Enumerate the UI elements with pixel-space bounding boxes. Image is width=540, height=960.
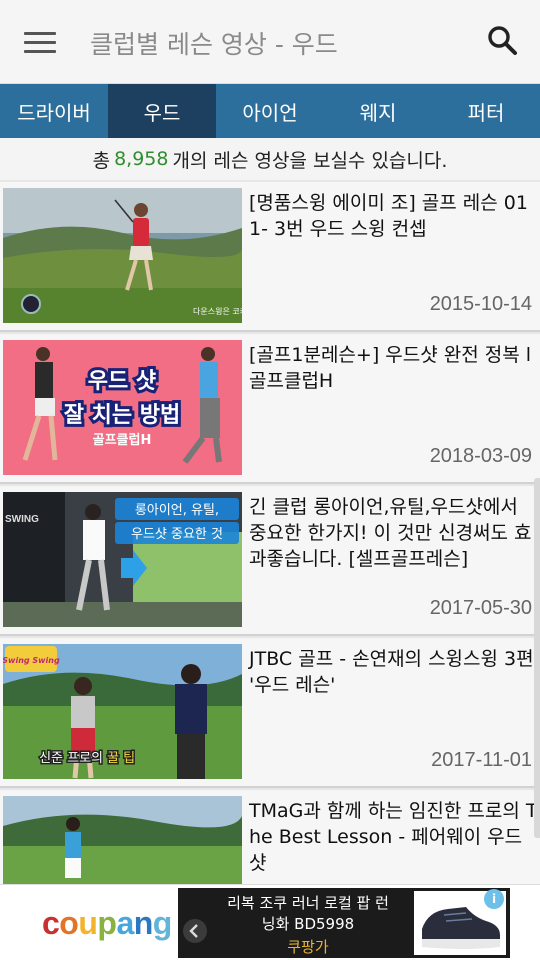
scrollbar[interactable] (534, 478, 540, 838)
video-date: 2017-05-30 (429, 597, 532, 619)
tab-wedge[interactable]: 웨지 (324, 84, 432, 138)
search-icon[interactable] (486, 24, 520, 58)
thumbnail-badge: Swing Swing (3, 656, 60, 665)
video-thumbnail: SWING 롱아이언, 유틸, 우드샷 중요한 것 (3, 492, 242, 627)
thumbnail-caption-highlight: 꿀 팁 (107, 751, 135, 766)
video-list: 다운스윙은 코캐 [명품스윙 에이미 조] 골프 레슨 011- 3번 우드 스… (0, 182, 540, 884)
video-date: 2015-10-14 (429, 293, 532, 315)
tab-iron[interactable]: 아이언 (216, 84, 324, 138)
page-title: 클럽별 레슨 영상 - 우드 (90, 30, 338, 59)
thumbnail-headline-2: 우드샷 중요한 것 (131, 527, 223, 542)
ad-product-name-2: 닝화 BD5998 (261, 915, 355, 933)
video-list-item[interactable]: TMaG과 함께 하는 임진한 프로의 The Best Lesson - 페어… (0, 790, 540, 884)
thumbnail-caption: 다운스윙은 코캐 (193, 306, 242, 316)
video-title: JTBC 골프 - 손연재의 스윙스윙 3편 '우드 레슨' (249, 648, 534, 696)
video-title: [골프1분레슨+] 우드샷 완전 정복 l 골프클럽H (249, 344, 532, 392)
video-date: 2017-11-01 (431, 749, 532, 771)
thumbnail-headline-1: 롱아이언, 유틸, (135, 503, 219, 518)
tab-driver[interactable]: 드라이버 (0, 84, 108, 138)
video-thumbnail: 다운스윙은 코캐 (3, 188, 242, 323)
ad-info-icon[interactable]: i (484, 889, 504, 909)
tab-wood[interactable]: 우드 (108, 84, 216, 138)
club-tabs: 드라이버 우드 아이언 웨지 퍼터 (0, 84, 540, 138)
thumbnail-headline-2: 잘 치는 방법 (64, 403, 181, 428)
thumbnail-swing-text: SWING (5, 514, 39, 525)
video-thumbnail: 우드 샷 잘 치는 방법 골프클럽H (3, 340, 242, 475)
video-list-item[interactable]: SWING 롱아이언, 유틸, 우드샷 중요한 것 긴 클럽 롱아이언,유틸,우… (0, 486, 540, 636)
count-suffix: 개의 레슨 영상을 보실수 있습니다. (172, 149, 448, 172)
ad-banner[interactable]: coupang 리복 조쿠 러너 로컬 팝 런 닝화 BD5998 쿠팡가 (0, 884, 540, 960)
video-list-item[interactable]: 다운스윙은 코캐 [명품스윙 에이미 조] 골프 레슨 011- 3번 우드 스… (0, 182, 540, 332)
thumbnail-caption: 신준 프로의 (39, 751, 103, 766)
hamburger-menu-icon[interactable] (24, 30, 58, 56)
thumbnail-headline-1: 우드 샷 (88, 369, 156, 394)
video-title: 긴 클럽 롱아이언,유틸,우드샷에서 중요한 한가지! 이 것만 신경써도 효과… (249, 496, 532, 570)
ad-prev-icon[interactable] (182, 918, 208, 948)
ad-product-name-1: 리복 조쿠 러너 로컬 팝 런 (227, 894, 389, 912)
video-date: 2018-03-09 (429, 445, 532, 467)
count-prefix: 총 (92, 149, 111, 172)
video-count: 8,958 (114, 148, 169, 170)
thumbnail-channel: 골프클럽H (93, 433, 152, 448)
app-bar: 클럽별 레슨 영상 - 우드 (0, 0, 540, 84)
video-count-banner: 총 8,958 개의 레슨 영상을 보실수 있습니다. (0, 138, 540, 180)
coupang-logo: coupang (42, 905, 172, 941)
ad-text: 리복 조쿠 러너 로컬 팝 런 닝화 BD5998 쿠팡가 (208, 893, 408, 958)
video-title: [명품스윙 에이미 조] 골프 레슨 011- 3번 우드 스윙 컨셉 (249, 192, 528, 240)
video-list-item[interactable]: 우드 샷 잘 치는 방법 골프클럽H [골프1분레슨+] 우드샷 완전 정복 l… (0, 334, 540, 484)
video-list-item[interactable]: Swing Swing 신준 프로의 꿀 팁 JTBC 골프 - 손연재의 스윙… (0, 638, 540, 788)
ad-brand: 쿠팡가 (287, 938, 329, 956)
video-title: TMaG과 함께 하는 임진한 프로의 The Best Lesson - 페어… (249, 800, 538, 874)
tab-putter[interactable]: 퍼터 (432, 84, 540, 138)
video-thumbnail (3, 796, 242, 884)
video-thumbnail: Swing Swing 신준 프로의 꿀 팁 (3, 644, 242, 779)
